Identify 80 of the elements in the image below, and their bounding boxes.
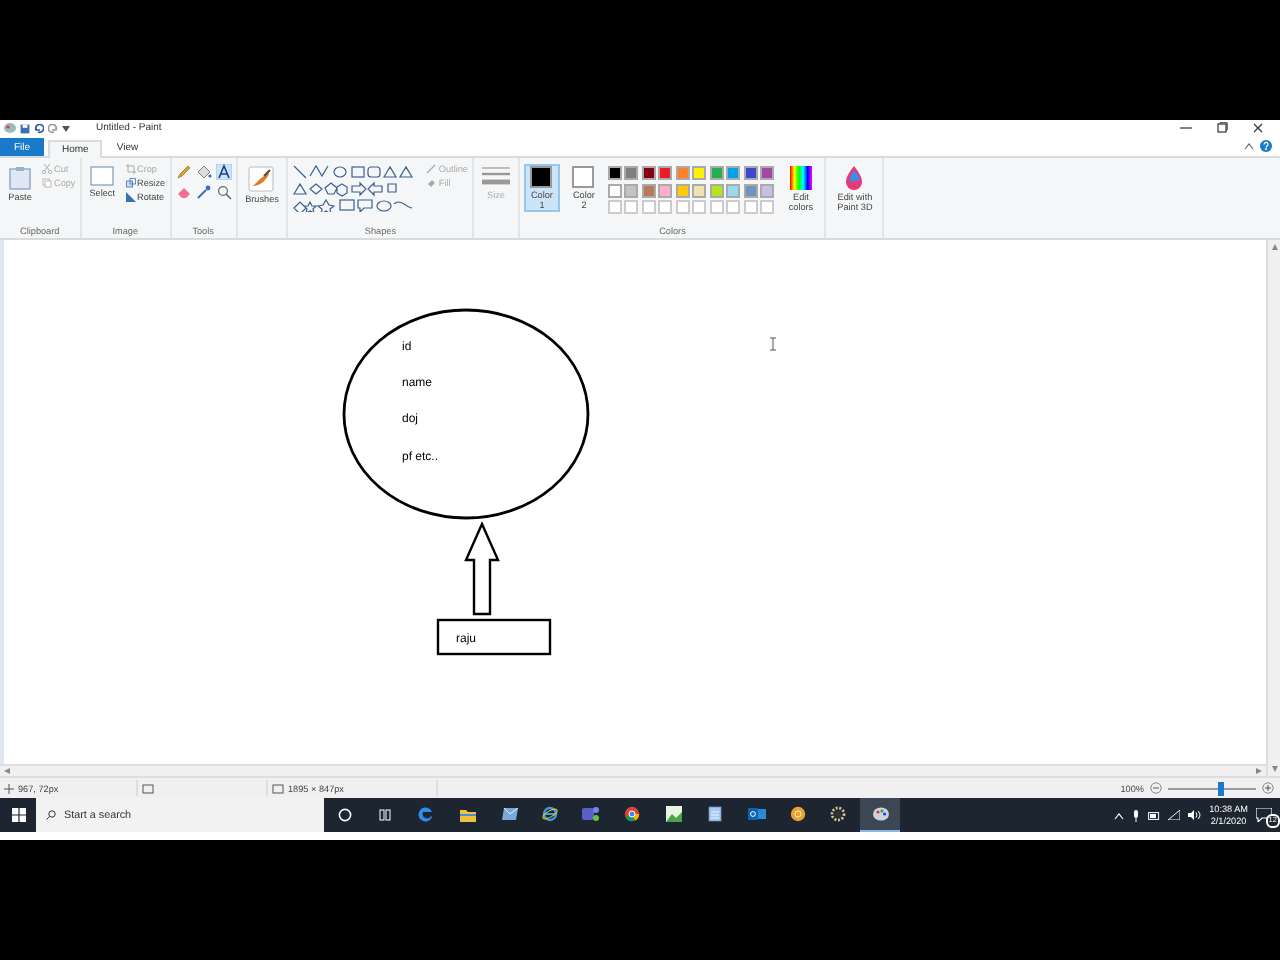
- color-swatch[interactable]: [658, 166, 673, 180]
- color-swatch[interactable]: [709, 183, 724, 197]
- minimize-icon[interactable]: [1180, 122, 1192, 134]
- color-swatch[interactable]: [726, 166, 741, 180]
- browser-icon[interactable]: [624, 806, 641, 822]
- rectangle-shape: [436, 618, 552, 656]
- selection-icon: [90, 166, 115, 186]
- mail-icon[interactable]: [501, 808, 518, 820]
- help-icon[interactable]: [1260, 140, 1272, 152]
- text-cursor-icon: [769, 337, 777, 351]
- zoom-out-icon[interactable]: [1150, 782, 1162, 794]
- save-icon[interactable]: [20, 123, 30, 133]
- slider-thumb[interactable]: [1217, 781, 1224, 795]
- chevron-up-icon[interactable]: [1113, 811, 1124, 819]
- crop-icon: [125, 164, 136, 174]
- color-swatch[interactable]: [641, 183, 656, 197]
- circle-icon[interactable]: [337, 807, 352, 821]
- brush-icon: [248, 166, 275, 192]
- color-swatch[interactable]: [726, 183, 741, 197]
- color-swatch[interactable]: [675, 166, 690, 180]
- windows-start-icon[interactable]: [11, 808, 25, 822]
- up-arrow-shape: [464, 521, 500, 616]
- gear-icon[interactable]: [830, 806, 847, 822]
- collapse-icon[interactable]: [1244, 142, 1254, 150]
- chat-app-icon[interactable]: [582, 806, 601, 822]
- image-icon[interactable]: [666, 806, 683, 822]
- task-view-icon[interactable]: [378, 807, 393, 821]
- color-swatch[interactable]: [743, 183, 758, 197]
- folder-icon[interactable]: [460, 807, 477, 821]
- copy-icon: [42, 178, 52, 188]
- color-picker-icon[interactable]: [195, 184, 212, 200]
- search-icon: [46, 810, 56, 820]
- magnifier-icon[interactable]: [215, 184, 232, 200]
- scissors-icon: [42, 164, 52, 174]
- outline-icon: [426, 164, 437, 174]
- color-swatch[interactable]: [709, 166, 724, 180]
- text-tool-icon[interactable]: [215, 164, 232, 180]
- clipboard-icon: [8, 166, 32, 190]
- image-size-icon: [272, 783, 284, 793]
- rotate-icon: [125, 192, 136, 202]
- notifications-icon[interactable]: [1256, 807, 1272, 821]
- color-swatch[interactable]: [624, 166, 639, 180]
- paint-app-icon: [4, 122, 16, 134]
- color-swatch[interactable]: [607, 183, 622, 197]
- battery-icon[interactable]: [1147, 811, 1160, 819]
- notepad-icon[interactable]: [708, 806, 723, 822]
- color-swatch[interactable]: [675, 183, 690, 197]
- palette-icon[interactable]: [871, 806, 890, 822]
- selection-size-icon: [142, 783, 154, 793]
- color-swatch[interactable]: [692, 183, 707, 197]
- network-icon[interactable]: [1167, 810, 1180, 820]
- color-swatch[interactable]: [692, 166, 707, 180]
- scroll-up-icon[interactable]: [1271, 244, 1277, 250]
- paint-drop-icon: [844, 166, 865, 190]
- color-swatch[interactable]: [760, 166, 775, 180]
- fill-icon: [426, 178, 437, 188]
- zoom-in-icon[interactable]: [1262, 782, 1274, 794]
- speaker-icon[interactable]: [1187, 810, 1202, 820]
- color-swatch[interactable]: [607, 166, 622, 180]
- color-spectrum-icon: [789, 166, 812, 190]
- redo-icon[interactable]: [48, 123, 58, 133]
- crosshair-icon: [4, 783, 14, 793]
- app-circle-icon[interactable]: [789, 806, 806, 822]
- scroll-down-icon[interactable]: [1271, 766, 1277, 772]
- eraser-icon[interactable]: [175, 184, 192, 200]
- undo-icon[interactable]: [34, 123, 44, 133]
- color-swatch[interactable]: [641, 166, 656, 180]
- color-swatch[interactable]: [658, 183, 673, 197]
- mail-app-icon[interactable]: [747, 806, 766, 822]
- color-swatch[interactable]: [624, 183, 639, 197]
- paint-bucket-icon[interactable]: [195, 164, 212, 180]
- dropdown-icon[interactable]: [62, 125, 70, 131]
- line-width-icon: [481, 166, 510, 188]
- pencil-icon[interactable]: [175, 164, 192, 180]
- color-swatch[interactable]: [760, 183, 775, 197]
- resize-icon: [125, 178, 136, 188]
- color-swatch[interactable]: [743, 166, 758, 180]
- maximize-icon[interactable]: [1216, 122, 1228, 134]
- browser-icon[interactable]: [542, 806, 559, 822]
- close-icon[interactable]: [1252, 122, 1264, 134]
